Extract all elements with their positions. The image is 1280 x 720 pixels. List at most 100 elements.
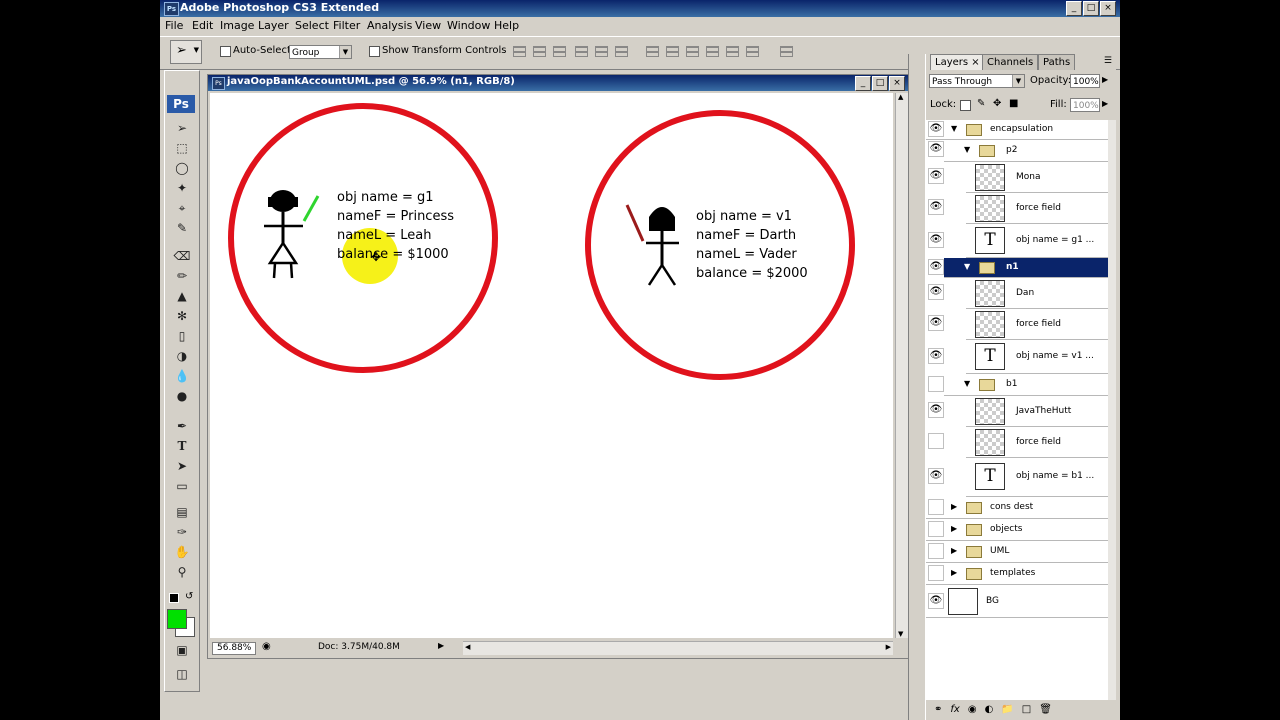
hidden-eye-slot[interactable] bbox=[928, 521, 944, 537]
eye-icon[interactable]: 👁 bbox=[928, 232, 944, 248]
hidden-eye-slot[interactable] bbox=[928, 543, 944, 559]
opacity-arrow-icon[interactable]: ▶ bbox=[1102, 75, 1108, 84]
layer-row-text-v1[interactable]: T obj name = v1 ... bbox=[966, 340, 1108, 374]
hidden-eye-slot[interactable] bbox=[928, 433, 944, 449]
canvas[interactable]: obj name = g1 nameF = Princess nameL = L… bbox=[210, 93, 893, 638]
photoshop-logo-icon[interactable]: Ps bbox=[167, 95, 195, 113]
panel-menu-icon[interactable]: ☰ bbox=[1104, 56, 1112, 66]
scroll-right-icon[interactable]: ▶ bbox=[886, 643, 891, 651]
dodge-tool-icon[interactable]: ● bbox=[171, 387, 193, 405]
fx-icon[interactable]: fx bbox=[950, 704, 959, 715]
distribute-left-icon[interactable] bbox=[706, 46, 719, 57]
align-vcenter-icon[interactable] bbox=[533, 46, 546, 57]
layer-row-encapsulation[interactable]: 👁 ▼ encapsulation bbox=[926, 120, 1108, 140]
layer-row-b1[interactable]: ▼ b1 bbox=[944, 374, 1108, 396]
layer-row-p2[interactable]: ▼ p2 bbox=[944, 140, 1108, 162]
distribute-right-icon[interactable] bbox=[746, 46, 759, 57]
align-hcenter-icon[interactable] bbox=[595, 46, 608, 57]
layers-scrollbar[interactable] bbox=[1108, 120, 1116, 700]
lock-all-icon[interactable]: ■ bbox=[1009, 98, 1018, 109]
blend-mode-dropdown[interactable]: Pass Through ▼ bbox=[929, 74, 1025, 88]
tab-paths[interactable]: Paths bbox=[1038, 54, 1076, 70]
horizontal-scrollbar[interactable]: ◀ ▶ bbox=[463, 641, 893, 655]
menu-analysis[interactable]: Analysis bbox=[367, 19, 412, 32]
magic-wand-tool-icon[interactable]: ✦ bbox=[171, 179, 193, 197]
menu-help[interactable]: Help bbox=[494, 19, 519, 32]
eye-icon[interactable]: 👁 bbox=[928, 348, 944, 364]
layer-row-n1[interactable]: ▼ n1 bbox=[944, 258, 1108, 278]
healing-brush-tool-icon[interactable]: ⌫ bbox=[171, 247, 193, 265]
adjustment-icon[interactable]: ◐ bbox=[985, 704, 994, 715]
layer-row-force-field[interactable]: force field bbox=[966, 193, 1108, 224]
rectangle-tool-icon[interactable]: ▭ bbox=[171, 477, 193, 495]
eyedropper-tool-icon[interactable]: ✑ bbox=[171, 523, 193, 541]
layer-row-dan[interactable]: Dan bbox=[966, 278, 1108, 309]
eye-icon[interactable]: 👁 bbox=[928, 593, 944, 609]
vertical-scrollbar[interactable]: ▲ ▼ bbox=[895, 93, 908, 638]
layer-row-force-field[interactable]: force field bbox=[966, 427, 1108, 458]
move-tool-icon[interactable]: ➢ bbox=[171, 119, 193, 137]
document-close-button[interactable]: × bbox=[889, 76, 905, 91]
auto-align-icon[interactable] bbox=[780, 46, 793, 57]
document-minimize-button[interactable]: _ bbox=[855, 76, 871, 91]
collapse-arrow-icon[interactable]: ▶ bbox=[951, 568, 957, 577]
eye-icon[interactable]: 👁 bbox=[928, 468, 944, 484]
expand-arrow-icon[interactable]: ▼ bbox=[964, 379, 970, 388]
menu-window[interactable]: Window bbox=[447, 19, 490, 32]
distribute-bottom-icon[interactable] bbox=[686, 46, 699, 57]
zoom-tool-icon[interactable]: ⚲ bbox=[171, 563, 193, 581]
menu-view[interactable]: View bbox=[415, 19, 441, 32]
eye-icon[interactable]: 👁 bbox=[928, 141, 944, 157]
hidden-eye-slot[interactable] bbox=[928, 376, 944, 392]
slice-tool-icon[interactable]: ✎ bbox=[171, 219, 193, 237]
tab-layers[interactable]: Layers × bbox=[930, 54, 985, 70]
new-layer-icon[interactable]: □ bbox=[1022, 704, 1031, 715]
collapse-arrow-icon[interactable]: ▶ bbox=[951, 524, 957, 533]
align-bottom-icon[interactable] bbox=[553, 46, 566, 57]
menu-image[interactable]: Image bbox=[220, 19, 254, 32]
new-group-icon[interactable]: 📁 bbox=[1001, 704, 1013, 715]
minimize-button[interactable]: _ bbox=[1066, 1, 1082, 16]
fill-field[interactable]: 100% bbox=[1070, 98, 1100, 112]
eye-icon[interactable]: 👁 bbox=[928, 284, 944, 300]
brush-tool-icon[interactable]: ✏ bbox=[171, 267, 193, 285]
move-tool-preset-button[interactable]: ➢ ▼ bbox=[170, 40, 202, 64]
expand-arrow-icon[interactable]: ▼ bbox=[964, 145, 970, 154]
show-transform-checkbox[interactable] bbox=[369, 46, 380, 57]
distribute-top-icon[interactable] bbox=[646, 46, 659, 57]
close-button[interactable]: × bbox=[1100, 1, 1116, 16]
eye-icon[interactable]: 👁 bbox=[928, 402, 944, 418]
layer-row-templates[interactable]: ▶ templates bbox=[926, 563, 1108, 585]
foreground-color-swatch[interactable] bbox=[167, 609, 187, 629]
default-colors-icon[interactable] bbox=[169, 593, 179, 603]
screen-mode-icon[interactable]: ◫ bbox=[171, 665, 193, 683]
quick-mask-icon[interactable]: ▣ bbox=[171, 641, 193, 659]
eye-icon[interactable]: 👁 bbox=[928, 315, 944, 331]
layer-row-uml[interactable]: ▶ UML bbox=[926, 541, 1108, 563]
tab-channels[interactable]: Channels bbox=[982, 54, 1039, 70]
auto-select-checkbox[interactable] bbox=[220, 46, 231, 57]
notes-tool-icon[interactable]: ▤ bbox=[171, 503, 193, 521]
status-menu-arrow-icon[interactable]: ▶ bbox=[438, 641, 444, 650]
scroll-down-icon[interactable]: ▼ bbox=[898, 630, 903, 638]
status-info-icon[interactable]: ◉ bbox=[262, 641, 271, 652]
document-maximize-button[interactable]: □ bbox=[872, 76, 888, 91]
lock-image-icon[interactable]: ✎ bbox=[977, 98, 985, 109]
menu-select[interactable]: Select bbox=[295, 19, 329, 32]
zoom-level-field[interactable]: 56.88% bbox=[212, 642, 257, 655]
blur-tool-icon[interactable]: 💧 bbox=[171, 367, 193, 385]
paint-bucket-tool-icon[interactable]: ◑ bbox=[171, 347, 193, 365]
collapse-arrow-icon[interactable]: ▶ bbox=[951, 502, 957, 511]
layer-row-text-b1[interactable]: T obj name = b1 ... bbox=[966, 458, 1108, 497]
fill-arrow-icon[interactable]: ▶ bbox=[1102, 99, 1108, 108]
trash-icon[interactable]: 🗑 bbox=[1039, 704, 1052, 715]
layer-row-javathehutt[interactable]: JavaTheHutt bbox=[966, 396, 1108, 427]
lasso-tool-icon[interactable]: ◯ bbox=[171, 159, 193, 177]
clone-stamp-tool-icon[interactable]: ▲ bbox=[171, 287, 193, 305]
layer-row-text-g1[interactable]: T obj name = g1 ... bbox=[966, 224, 1108, 258]
eraser-tool-icon[interactable]: ▯ bbox=[171, 327, 193, 345]
crop-tool-icon[interactable]: ⌖ bbox=[171, 199, 193, 217]
menu-layer[interactable]: Layer bbox=[258, 19, 289, 32]
align-right-icon[interactable] bbox=[615, 46, 628, 57]
link-icon[interactable]: ⚭ bbox=[934, 704, 942, 715]
